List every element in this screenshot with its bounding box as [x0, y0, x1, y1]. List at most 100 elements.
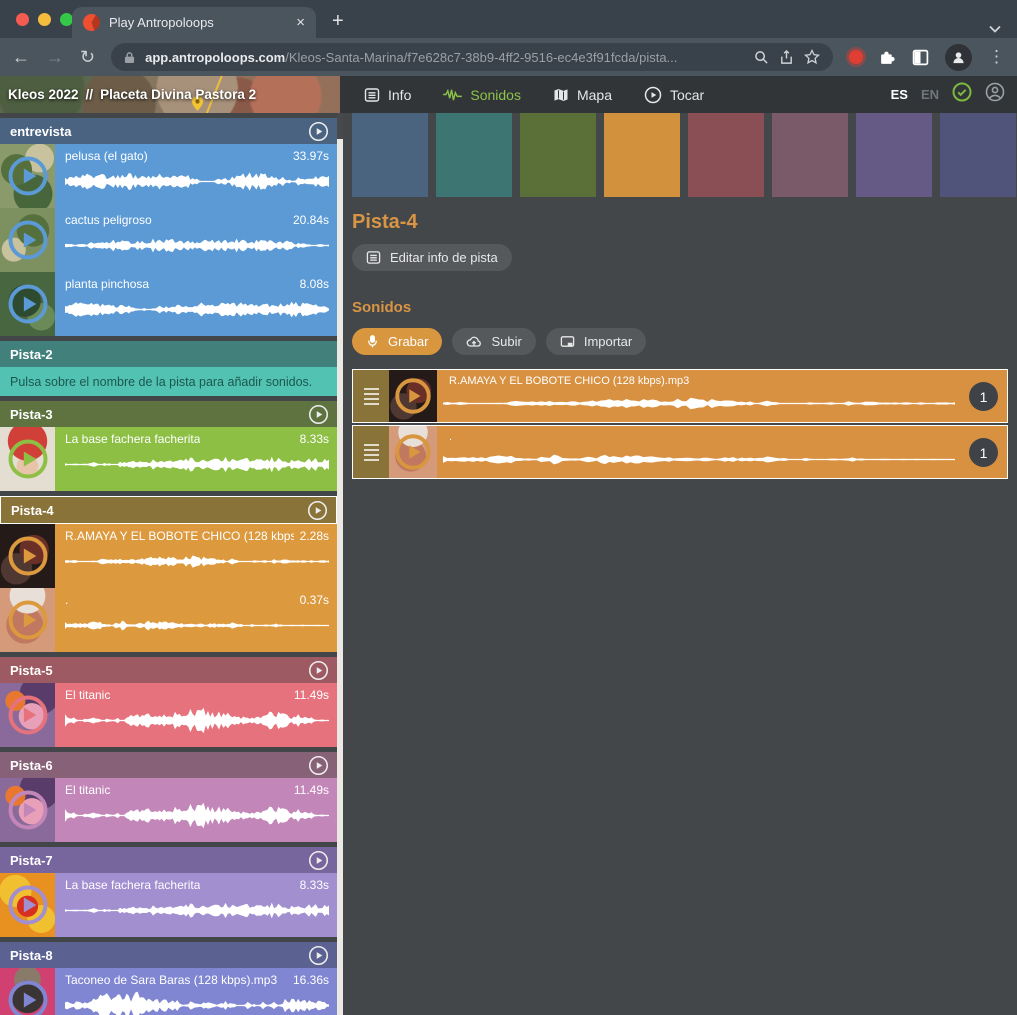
bookmark-star-icon[interactable] [804, 49, 820, 65]
nav-tab-sonidos[interactable]: Sonidos [443, 87, 521, 103]
breadcrumb-project[interactable]: Kleos 2022 [8, 87, 79, 102]
play-icon[interactable] [0, 873, 55, 937]
sound-thumbnail[interactable] [0, 144, 55, 208]
sound-thumbnail[interactable] [0, 588, 55, 652]
browser-profile-avatar[interactable] [945, 44, 972, 71]
track-color-swatch[interactable] [352, 113, 428, 197]
tab-search-chevron-icon[interactable] [989, 20, 1001, 28]
sound-thumbnail[interactable] [0, 778, 55, 842]
track-header[interactable]: Pista-8 [0, 942, 337, 968]
play-icon[interactable] [389, 426, 437, 478]
track-name[interactable]: Pista-5 [10, 663, 53, 678]
browser-menu-icon[interactable]: ⋮ [988, 47, 1005, 67]
close-window-button[interactable] [16, 13, 29, 26]
track-name[interactable]: Pista-8 [10, 948, 53, 963]
sound-thumbnail[interactable] [389, 370, 437, 422]
track-header[interactable]: Pista-7 [0, 847, 337, 873]
track-name[interactable]: Pista-2 [10, 347, 53, 362]
url-bar[interactable]: app.antropoloops.com/Kleos-Santa-Marina/… [111, 43, 833, 71]
scrollbar-thumb[interactable] [337, 139, 343, 1015]
track-color-swatch[interactable] [436, 113, 512, 197]
track-header-selected[interactable]: Pista-4 [0, 496, 337, 524]
sound-thumbnail[interactable] [0, 683, 55, 747]
track-color-swatch-selected[interactable] [604, 113, 680, 197]
track-name[interactable]: Pista-6 [10, 758, 53, 773]
play-icon[interactable] [0, 144, 55, 208]
extensions-puzzle-icon[interactable] [879, 49, 896, 66]
breadcrumb-page[interactable]: Placeta Divina Pastora 2 [100, 87, 256, 102]
play-icon[interactable] [0, 968, 55, 1015]
sound-item[interactable]: cactus peligroso20.84s [0, 208, 337, 272]
new-tab-button[interactable]: + [332, 10, 344, 33]
import-button[interactable]: Importar [546, 328, 646, 355]
track-color-swatch[interactable] [856, 113, 932, 197]
sound-item[interactable]: planta pinchosa8.08s [0, 272, 337, 336]
record-button[interactable]: Grabar [352, 328, 442, 355]
play-icon[interactable] [0, 778, 55, 842]
sound-item[interactable]: pelusa (el gato)33.97s [0, 144, 337, 208]
upload-button[interactable]: Subir [452, 328, 535, 355]
track-color-swatch[interactable] [772, 113, 848, 197]
back-button[interactable]: ← [12, 48, 30, 66]
track-play-button[interactable] [308, 404, 329, 425]
project-breadcrumb[interactable]: Kleos 2022 // Placeta Divina Pastora 2 [0, 76, 340, 113]
side-panel-icon[interactable] [912, 49, 929, 66]
drag-handle[interactable] [353, 426, 389, 478]
track-name[interactable]: Pista-4 [11, 503, 54, 518]
track-color-swatch[interactable] [940, 113, 1016, 197]
play-icon[interactable] [0, 588, 55, 652]
zoom-page-icon[interactable] [754, 50, 769, 65]
sound-item[interactable]: R.AMAYA Y EL BOBOTE CHICO (128 kbps)....… [0, 524, 337, 588]
sound-item[interactable]: La base fachera facherita8.33s [0, 873, 337, 937]
sound-thumbnail[interactable] [0, 427, 55, 491]
sound-item[interactable]: El titanic11.49s [0, 778, 337, 842]
track-header[interactable]: Pista-5 [0, 657, 337, 683]
track-play-button[interactable] [307, 500, 328, 521]
track-name[interactable]: Pista-7 [10, 853, 53, 868]
sound-thumbnail[interactable] [0, 272, 55, 336]
sidebar-scrollbar[interactable] [337, 113, 343, 1015]
language-es-button[interactable]: ES [891, 87, 908, 102]
sound-item[interactable]: Taconeo de Sara Baras (128 kbps).mp316.3… [0, 968, 337, 1015]
play-icon[interactable] [0, 427, 55, 491]
forward-button[interactable]: → [46, 48, 64, 66]
nav-tab-mapa[interactable]: Mapa [553, 87, 612, 103]
play-icon[interactable] [0, 272, 55, 336]
track-header[interactable]: entrevista [0, 118, 337, 144]
play-icon[interactable] [0, 683, 55, 747]
language-en-button[interactable]: EN [921, 87, 939, 102]
track-play-button[interactable] [308, 121, 329, 142]
track-name[interactable]: Pista-3 [10, 407, 53, 422]
share-icon[interactable] [779, 50, 794, 65]
sound-thumbnail[interactable] [0, 208, 55, 272]
drag-handle[interactable] [353, 370, 389, 422]
track-play-button[interactable] [308, 755, 329, 776]
track-name[interactable]: entrevista [10, 124, 71, 139]
sound-thumbnail[interactable] [0, 524, 55, 588]
play-icon[interactable] [389, 370, 437, 422]
track-play-button[interactable] [308, 945, 329, 966]
edit-track-info-button[interactable]: Editar info de pista [352, 244, 512, 271]
track-header[interactable]: Pista-3 [0, 401, 337, 427]
minimize-window-button[interactable] [38, 13, 51, 26]
nav-tab-tocar[interactable]: Tocar [644, 86, 704, 104]
track-header[interactable]: Pista-6 [0, 752, 337, 778]
track-color-swatch[interactable] [688, 113, 764, 197]
browser-tab[interactable]: Play Antropoloops × [72, 7, 316, 38]
sound-thumbnail[interactable] [0, 873, 55, 937]
track-header[interactable]: Pista-2 [0, 341, 337, 367]
play-icon[interactable] [0, 208, 55, 272]
tab-close-icon[interactable]: × [296, 15, 305, 30]
nav-tab-info[interactable]: Info [364, 87, 411, 103]
play-icon[interactable] [0, 524, 55, 588]
sound-row[interactable]: R.AMAYA Y EL BOBOTE CHICO (128 kbps).mp3… [352, 369, 1008, 423]
account-icon[interactable] [985, 82, 1005, 107]
reload-button[interactable]: ↻ [80, 48, 95, 66]
sound-thumbnail[interactable] [0, 968, 55, 1015]
sound-item[interactable]: La base fachera facherita8.33s [0, 427, 337, 491]
track-play-button[interactable] [308, 850, 329, 871]
sound-item[interactable]: .0.37s [0, 588, 337, 652]
sound-thumbnail[interactable] [389, 426, 437, 478]
recording-indicator-icon[interactable] [849, 50, 863, 64]
track-color-swatch[interactable] [520, 113, 596, 197]
